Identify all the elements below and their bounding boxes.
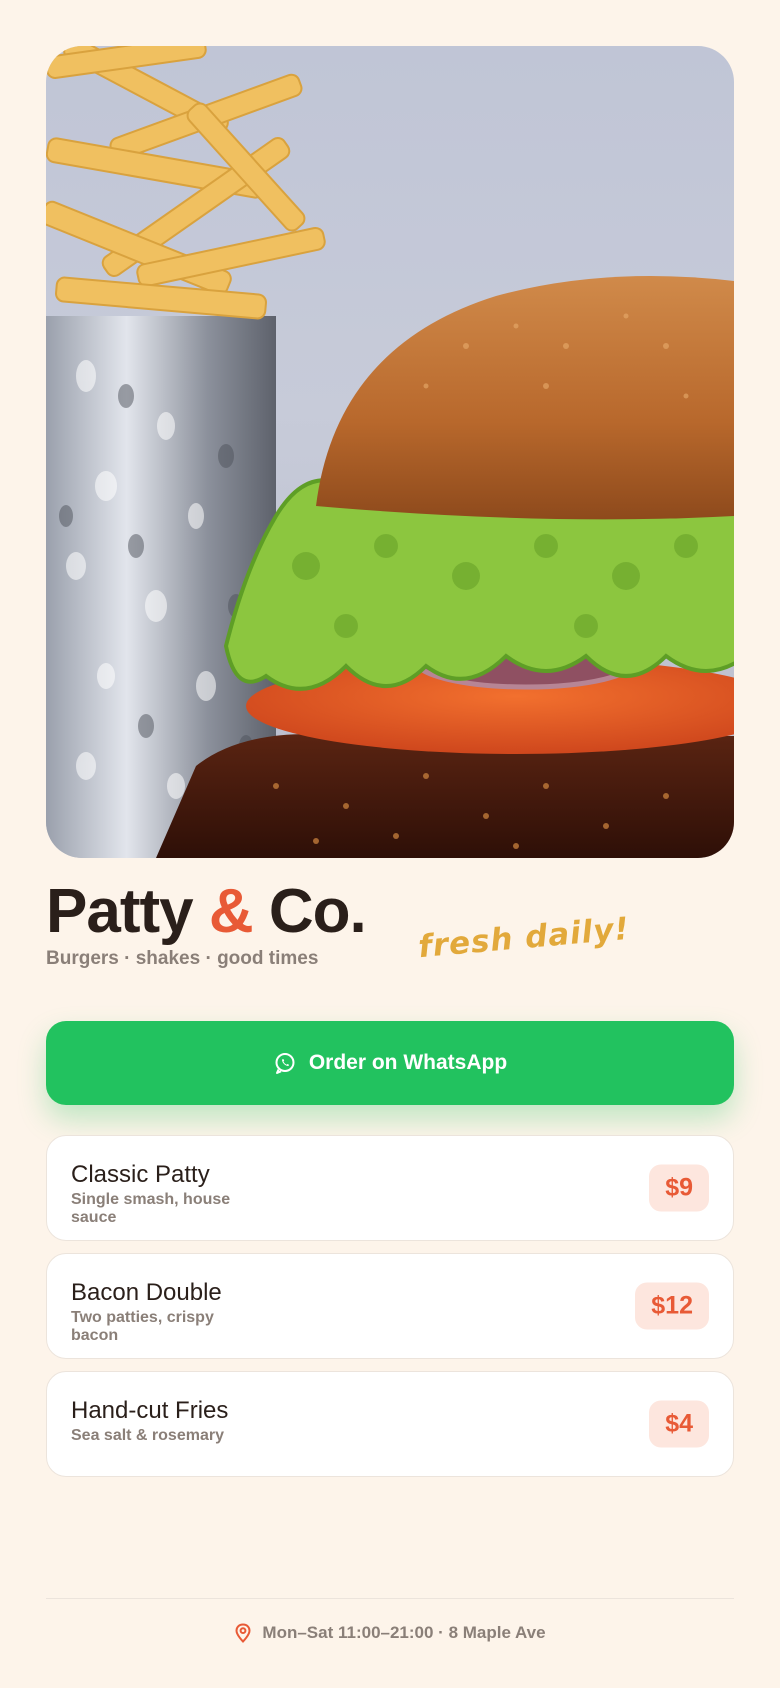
- menu-item-classic-patty[interactable]: Classic Patty Single smash, house sauce …: [46, 1135, 734, 1241]
- page: Patty & Co. Burgers · shakes · good time…: [46, 46, 734, 1489]
- footer: Mon–Sat 11:00–21:00 · 8 Maple Ave: [46, 1598, 734, 1643]
- whatsapp-icon: [275, 1053, 295, 1074]
- price-badge: $4: [649, 1400, 709, 1448]
- price-badge: $9: [649, 1164, 709, 1212]
- order-whatsapp-button[interactable]: Order on WhatsApp: [46, 1021, 734, 1105]
- tagline: Burgers · shakes · good times: [46, 948, 319, 969]
- hero-image: [46, 46, 734, 858]
- page-title: Patty & Co.: [46, 880, 734, 944]
- brand-name-part2: Co.: [252, 877, 367, 946]
- menu-item-description: Two patties, crispy bacon: [71, 1309, 214, 1344]
- menu-item-name: Classic Patty: [71, 1161, 210, 1188]
- menu-item-name: Hand-cut Fries: [71, 1397, 229, 1424]
- menu-item-description: Single smash, house sauce: [71, 1191, 231, 1226]
- brand-ampersand: &: [208, 877, 254, 946]
- price-badge: $12: [635, 1282, 709, 1330]
- location-pin-icon: [235, 1623, 251, 1643]
- menu-item-description: Sea salt & rosemary: [71, 1427, 224, 1444]
- menu-item-name: Bacon Double: [71, 1279, 222, 1306]
- burger-photo-illustration: [46, 46, 734, 858]
- menu-item-hand-cut-fries[interactable]: Hand-cut Fries Sea salt & rosemary $4: [46, 1371, 734, 1477]
- menu-item-bacon-double[interactable]: Bacon Double Two patties, crispy bacon $…: [46, 1253, 734, 1359]
- brand-name-part1: Patty: [46, 877, 209, 946]
- order-whatsapp-label: Order on WhatsApp: [308, 1051, 508, 1074]
- brand-header: Patty & Co. Burgers · shakes · good time…: [46, 880, 734, 1010]
- menu-list: Classic Patty Single smash, house sauce …: [46, 1135, 734, 1477]
- hours-address-text: Mon–Sat 11:00–21:00 · 8 Maple Ave: [262, 1623, 546, 1642]
